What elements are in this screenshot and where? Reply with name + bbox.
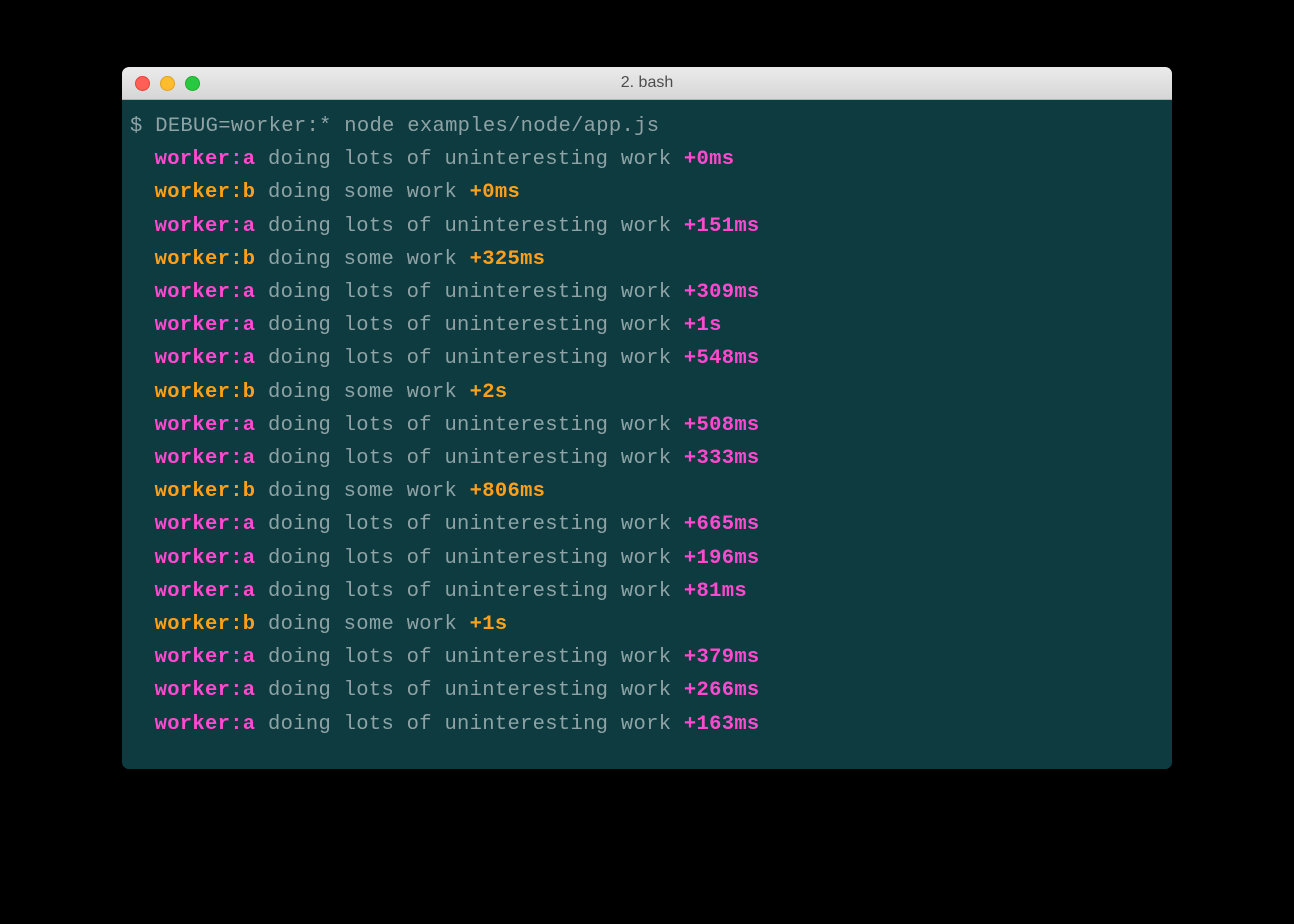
debug-namespace: worker:a (155, 447, 256, 470)
debug-namespace: worker:a (155, 713, 256, 736)
window-title: 2. bash (122, 74, 1172, 92)
debug-timestamp: +548ms (684, 347, 760, 370)
log-line: worker:a doing lots of uninteresting wor… (130, 210, 1164, 243)
debug-timestamp: +151ms (684, 215, 760, 238)
debug-message: doing some work (268, 480, 457, 503)
debug-message: doing lots of uninteresting work (268, 215, 671, 238)
debug-timestamp: +0ms (470, 181, 520, 204)
debug-message: doing lots of uninteresting work (268, 547, 671, 570)
debug-timestamp: +81ms (684, 580, 747, 603)
debug-namespace: worker:b (155, 480, 256, 503)
log-output: worker:a doing lots of uninteresting wor… (130, 143, 1164, 741)
terminal-window: 2. bash $ DEBUG=worker:* node examples/n… (122, 67, 1172, 769)
debug-timestamp: +325ms (470, 248, 546, 271)
log-line: worker:b doing some work +2s (130, 376, 1164, 409)
debug-timestamp: +266ms (684, 679, 760, 702)
debug-timestamp: +665ms (684, 513, 760, 536)
debug-message: doing lots of uninteresting work (268, 679, 671, 702)
log-line: worker:a doing lots of uninteresting wor… (130, 342, 1164, 375)
debug-timestamp: +163ms (684, 713, 760, 736)
log-line: worker:b doing some work +325ms (130, 243, 1164, 276)
log-line: worker:a doing lots of uninteresting wor… (130, 708, 1164, 741)
log-line: worker:a doing lots of uninteresting wor… (130, 508, 1164, 541)
log-line: worker:a doing lots of uninteresting wor… (130, 575, 1164, 608)
debug-namespace: worker:a (155, 513, 256, 536)
close-icon[interactable] (135, 76, 150, 91)
debug-namespace: worker:b (155, 248, 256, 271)
log-line: worker:b doing some work +806ms (130, 475, 1164, 508)
debug-namespace: worker:a (155, 679, 256, 702)
debug-namespace: worker:a (155, 646, 256, 669)
debug-namespace: worker:a (155, 580, 256, 603)
debug-message: doing lots of uninteresting work (268, 414, 671, 437)
prompt-symbol: $ (130, 115, 155, 138)
command-text: DEBUG=worker:* node examples/node/app.js (155, 115, 659, 138)
debug-timestamp: +1s (684, 314, 722, 337)
log-line: worker:a doing lots of uninteresting wor… (130, 309, 1164, 342)
log-line: worker:a doing lots of uninteresting wor… (130, 674, 1164, 707)
debug-message: doing lots of uninteresting work (268, 347, 671, 370)
debug-message: doing some work (268, 248, 457, 271)
debug-timestamp: +379ms (684, 646, 760, 669)
debug-message: doing some work (268, 181, 457, 204)
debug-message: doing lots of uninteresting work (268, 314, 671, 337)
debug-timestamp: +508ms (684, 414, 760, 437)
debug-timestamp: +196ms (684, 547, 760, 570)
log-line: worker:b doing some work +1s (130, 608, 1164, 641)
debug-message: doing lots of uninteresting work (268, 148, 671, 171)
debug-namespace: worker:a (155, 215, 256, 238)
debug-namespace: worker:b (155, 181, 256, 204)
log-line: worker:a doing lots of uninteresting wor… (130, 276, 1164, 309)
debug-timestamp: +333ms (684, 447, 760, 470)
debug-namespace: worker:a (155, 547, 256, 570)
zoom-icon[interactable] (185, 76, 200, 91)
debug-message: doing some work (268, 613, 457, 636)
debug-timestamp: +0ms (684, 148, 734, 171)
log-line: worker:a doing lots of uninteresting wor… (130, 641, 1164, 674)
debug-message: doing lots of uninteresting work (268, 580, 671, 603)
debug-message: doing some work (268, 381, 457, 404)
traffic-lights (135, 76, 200, 91)
debug-timestamp: +806ms (470, 480, 546, 503)
log-line: worker:a doing lots of uninteresting wor… (130, 442, 1164, 475)
debug-namespace: worker:a (155, 281, 256, 304)
debug-message: doing lots of uninteresting work (268, 281, 671, 304)
debug-message: doing lots of uninteresting work (268, 713, 671, 736)
minimize-icon[interactable] (160, 76, 175, 91)
debug-namespace: worker:a (155, 148, 256, 171)
terminal-body[interactable]: $ DEBUG=worker:* node examples/node/app.… (122, 100, 1172, 769)
debug-message: doing lots of uninteresting work (268, 447, 671, 470)
debug-namespace: worker:a (155, 414, 256, 437)
titlebar[interactable]: 2. bash (122, 67, 1172, 100)
debug-namespace: worker:b (155, 613, 256, 636)
command-line: $ DEBUG=worker:* node examples/node/app.… (130, 110, 1164, 143)
log-line: worker:a doing lots of uninteresting wor… (130, 409, 1164, 442)
debug-timestamp: +1s (470, 613, 508, 636)
debug-namespace: worker:a (155, 347, 256, 370)
debug-namespace: worker:a (155, 314, 256, 337)
log-line: worker:b doing some work +0ms (130, 176, 1164, 209)
debug-message: doing lots of uninteresting work (268, 513, 671, 536)
debug-timestamp: +309ms (684, 281, 760, 304)
debug-namespace: worker:b (155, 381, 256, 404)
log-line: worker:a doing lots of uninteresting wor… (130, 542, 1164, 575)
debug-message: doing lots of uninteresting work (268, 646, 671, 669)
debug-timestamp: +2s (470, 381, 508, 404)
log-line: worker:a doing lots of uninteresting wor… (130, 143, 1164, 176)
